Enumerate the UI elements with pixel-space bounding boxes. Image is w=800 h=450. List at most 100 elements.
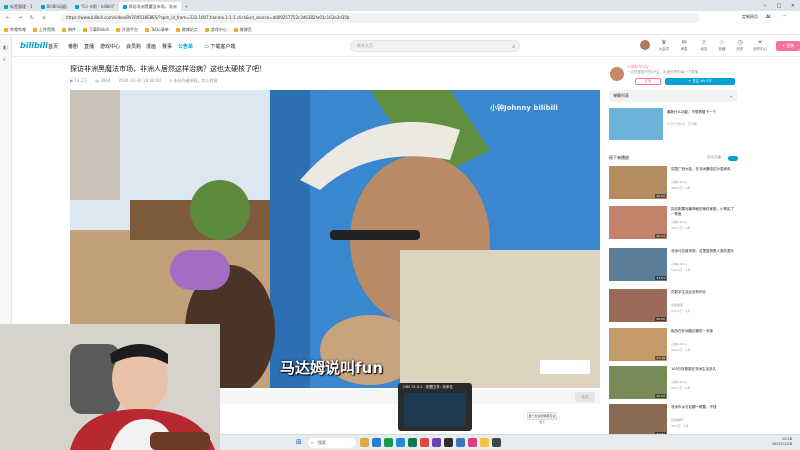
nav-item[interactable]: 漫画	[146, 43, 156, 50]
header-vip[interactable]: ♛ 大会员	[655, 39, 673, 52]
nav-item[interactable]: 赛事	[162, 43, 172, 50]
favicon-icon	[122, 4, 127, 9]
list-item[interactable]: 27:16 挑战在非洲路边摊吃一天饭 小钟Johnny 294.5万 · 2月	[609, 328, 739, 364]
browser-side-panel: ◧ ⌕	[0, 35, 12, 325]
reload-icon[interactable]: ↻	[28, 14, 36, 22]
nav-item[interactable]: 直播	[84, 43, 94, 50]
video-thumbnail: 30:02	[609, 366, 667, 399]
right-sidebar: 小钟Johnny 一名热爱旅行的UP主，走遍世界的每一个角落 充电 + 关注 6…	[605, 60, 740, 440]
bilibili-logo[interactable]: bilibili	[20, 41, 48, 50]
bookmark[interactable]: 微博站点	[175, 27, 198, 33]
forward-icon[interactable]: →	[16, 14, 24, 22]
app-icon[interactable]	[468, 438, 477, 447]
list-item[interactable]: 30:22 穷国广西大桂，在非洲撒哈拉沙漠卖鸡 小钟Johnny 366.6万 …	[609, 166, 739, 202]
app-icon[interactable]	[420, 438, 429, 447]
app-icon[interactable]	[432, 438, 441, 447]
bookmark-icon	[115, 27, 120, 32]
video-thumbnail: 32:31	[609, 404, 667, 437]
autoplay-toggle[interactable]	[728, 156, 738, 161]
app-icon[interactable]	[492, 438, 501, 447]
header-favorites[interactable]: ☆ 收藏	[713, 39, 731, 52]
nav-item[interactable]: 番剧	[68, 43, 78, 50]
bookmark[interactable]: 稿件	[62, 27, 76, 33]
app-icon[interactable]	[384, 438, 393, 447]
browser-tab-bar: 标签管理 - 1 BiliBili动画 "Co 卡斯 - bilibili" 探…	[0, 0, 800, 11]
nav-item[interactable]: 游戏中心	[100, 43, 120, 50]
list-item[interactable]: 30:02 100万存款能在非洲生活多久 小钟Johnny 336.1万 · 5…	[609, 366, 739, 402]
ai-button[interactable]: AI	[766, 14, 771, 19]
autoplay-label: 自动连播	[707, 155, 721, 159]
bookmark[interactable]: ToDo清单	[144, 27, 169, 33]
search-input[interactable]: 帅关大万 ⌕	[350, 40, 520, 52]
avatar[interactable]	[640, 40, 650, 50]
browser-tab-active[interactable]: 探访非洲黑魔法市场，非洲	[118, 2, 181, 11]
search-icon[interactable]: ⌕	[512, 42, 515, 52]
popup-title: OBS 31.0.2 - 配置文件: 未命名	[403, 385, 453, 389]
obs-app-icon[interactable]	[444, 438, 453, 447]
new-tab-button[interactable]: +	[181, 2, 192, 11]
bookmark-icon	[204, 27, 209, 32]
browser-tab[interactable]: 标签管理 - 1	[0, 2, 37, 11]
bookmark[interactable]: 游戏中心	[204, 27, 227, 33]
list-item[interactable]: 06:00 花数字生活比没有你长 双鱼爸爸 102.5万 · 1月	[609, 289, 739, 325]
minimize-icon[interactable]: –	[758, 0, 772, 11]
menu-icon[interactable]: ⋯	[782, 13, 787, 19]
video-subtitle: 马达姆说叫fun	[280, 359, 383, 377]
danmaku-list-header[interactable]: 弹幕列表 ⌄	[609, 90, 737, 102]
bookmark[interactable]: 哔哩哔哩	[4, 27, 26, 33]
taskbar-search[interactable]: ⌕ 搜索	[308, 438, 356, 448]
taskbar-preview-popup[interactable]: OBS 31.0.2 - 配置文件: 未命名	[398, 383, 472, 431]
bookmark-icon	[83, 27, 87, 32]
danmaku-input[interactable]: 发个友善的弹幕见证当下	[527, 412, 557, 424]
sidebar-icon[interactable]: ◧	[3, 45, 8, 51]
ad-title: 最新什么功能，不想再做下一个	[667, 110, 716, 114]
app-icon[interactable]	[372, 438, 381, 447]
bookmark-icon	[175, 27, 180, 32]
profile-button[interactable]: 定制网页	[742, 14, 758, 20]
play-count: ▶ 14.2万	[70, 78, 88, 83]
nav-item[interactable]: 会员购	[126, 43, 141, 50]
url-input[interactable]: https://www.bilibili.com/video/BV1R9518E…	[60, 13, 700, 23]
webcam-overlay	[0, 324, 220, 450]
app-icon[interactable]	[456, 438, 465, 447]
list-item[interactable]: 33:01 非洲马拉维市场，这里居然是人类的源头 小钟Johnny 136.3万…	[609, 248, 739, 284]
windows-start-icon[interactable]: ⊞	[296, 438, 302, 446]
vip-icon: ♛	[661, 39, 667, 46]
follow-button[interactable]: + 关注 69.3万	[665, 78, 735, 85]
favicon-icon	[40, 4, 45, 9]
video-thumbnail: 20:23	[609, 206, 667, 239]
maximize-icon[interactable]: □	[772, 0, 786, 11]
back-icon[interactable]: ←	[4, 14, 12, 22]
bookmark[interactable]: 下载Bilibili	[83, 27, 109, 33]
send-button[interactable]: 发送	[575, 392, 595, 402]
bookmark-icon	[4, 27, 8, 32]
header-dynamic[interactable]: ☼ 动态	[695, 39, 713, 52]
mail-icon: ✉	[681, 39, 687, 46]
upload-button[interactable]: ⇧ 投稿	[776, 41, 800, 51]
close-icon[interactable]: ✕	[786, 0, 800, 11]
browser-tab[interactable]: "Co 卡斯 - bilibili"	[71, 2, 119, 11]
nav-item[interactable]: 首页	[48, 43, 58, 50]
nav-item-download[interactable]: ▭ 下载客户端	[204, 43, 235, 50]
bookmarks-bar: 哔哩哔哩 上传视频 稿件 下载Bilibili 开放平台 ToDo清单 微博站点…	[0, 25, 800, 35]
up-avatar[interactable]	[610, 67, 624, 81]
app-icon[interactable]	[480, 438, 489, 447]
header-creator[interactable]: ☀ 创作中心	[749, 39, 771, 52]
bookmark[interactable]: 开放平台	[115, 27, 138, 33]
app-icon[interactable]	[408, 438, 417, 447]
bookmark[interactable]: 上传视频	[33, 27, 55, 33]
app-icon[interactable]	[360, 438, 369, 447]
search-icon[interactable]: ⌕	[3, 57, 6, 63]
video-thumbnail: 33:01	[609, 248, 667, 281]
browser-tab[interactable]: BiliBili动画	[37, 2, 71, 11]
list-item[interactable]: 20:23 探访刚果河最神秘的渔村家庭，小哥买了一条鱼 小钟Johnny 432…	[609, 206, 739, 242]
home-icon[interactable]: ⌂	[40, 14, 48, 22]
copyright-notice: ⊘ 未经作者授权，禁止转载	[169, 78, 218, 83]
bookmark[interactable]: 微博页	[233, 27, 252, 33]
browser-app-icon[interactable]	[396, 438, 405, 447]
charge-button[interactable]: 充电	[635, 78, 661, 85]
nav-item[interactable]: 公告单	[178, 43, 193, 50]
system-clock[interactable]: 10:18 2025/11/28	[772, 437, 792, 447]
header-history[interactable]: ◷ 历史	[731, 39, 749, 52]
header-messages[interactable]: ✉ 消息	[675, 39, 693, 52]
